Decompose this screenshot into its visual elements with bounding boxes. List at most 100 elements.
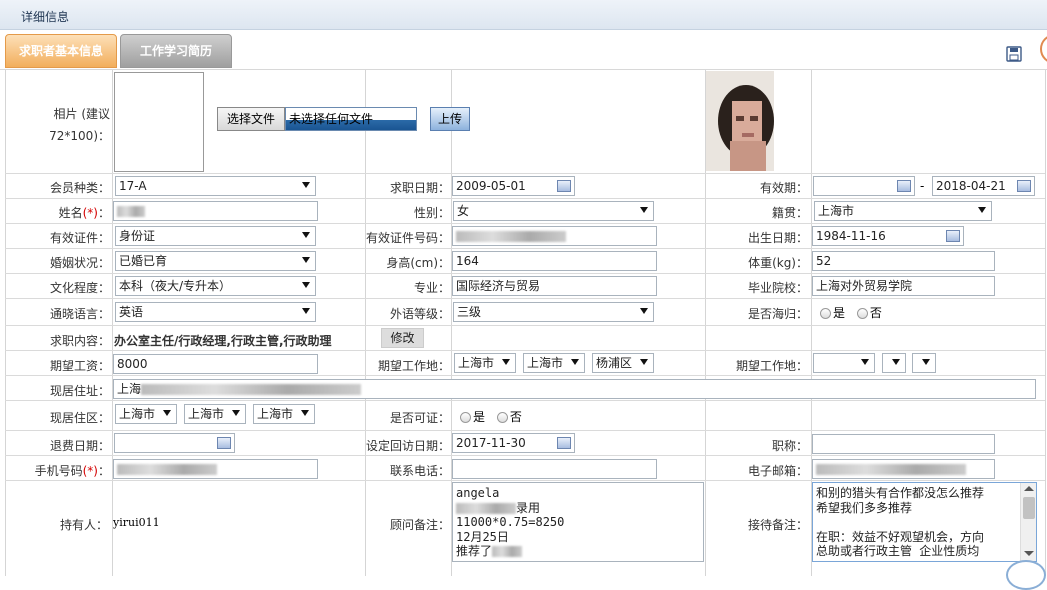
work-province-select[interactable]: 上海市 xyxy=(454,353,516,373)
marriage-select[interactable]: 已婚已育 xyxy=(115,251,316,271)
returnee-radio-group: 是 否 xyxy=(820,304,882,321)
weight-input[interactable]: 52 xyxy=(812,251,995,271)
address-input[interactable]: 上海 xyxy=(113,379,1036,399)
dropdown-arrow-icon xyxy=(302,282,310,288)
dropdown-arrow-icon xyxy=(302,182,310,188)
radio-icon[interactable] xyxy=(856,308,868,319)
calendar-icon xyxy=(557,437,571,449)
redacted-text xyxy=(456,231,566,242)
major-label: 专业： xyxy=(413,281,450,295)
available-yes: 是 xyxy=(473,410,486,424)
member-type-select[interactable]: 17-A xyxy=(115,176,316,196)
work-city-select[interactable]: 上海市 xyxy=(523,353,585,373)
height-label: 身高(cm)： xyxy=(386,256,450,270)
salary-input[interactable]: 8000 xyxy=(113,354,318,374)
work-city-2-select[interactable] xyxy=(882,353,906,373)
calendar-icon xyxy=(1017,180,1031,192)
radio-icon[interactable] xyxy=(496,412,508,423)
grid-line xyxy=(5,248,1045,249)
grid-line xyxy=(365,70,366,576)
birth-date-input[interactable]: 1984-11-16 xyxy=(812,226,964,246)
grid-line xyxy=(5,455,1045,456)
save-icon[interactable] xyxy=(1006,46,1022,62)
valid-to-input[interactable]: 2018-04-21 xyxy=(932,176,1035,196)
upload-button[interactable]: 上传 xyxy=(430,107,470,131)
valid-period-sep: - xyxy=(920,179,925,193)
calendar-icon xyxy=(946,230,960,242)
work-province-2-select[interactable] xyxy=(813,353,875,373)
scroll-up-icon[interactable] xyxy=(1024,486,1034,491)
refund-date-input[interactable] xyxy=(114,433,235,453)
returnee-no: 否 xyxy=(869,306,882,320)
dropdown-arrow-icon xyxy=(163,410,171,416)
residence-district-select[interactable]: 上海市 xyxy=(253,404,315,424)
edit-job-content-button[interactable]: 修改 xyxy=(381,328,424,348)
weight-label: 体重(kg)： xyxy=(748,256,808,270)
dropdown-arrow-icon xyxy=(640,359,648,365)
school-input[interactable]: 上海对外贸易学院 xyxy=(812,276,995,296)
reception-note-textarea[interactable]: 和别的猎头有合作都没怎么推荐 希望我们多多推荐 在职：效益不好观望机会，方向 总… xyxy=(812,482,1037,562)
radio-icon[interactable] xyxy=(460,412,471,423)
redacted-text xyxy=(816,464,966,475)
language-level-select[interactable]: 三级 xyxy=(453,302,654,322)
valid-period-label: 有效期： xyxy=(759,181,808,195)
member-type-label: 会员种类： xyxy=(49,181,110,195)
job-title-input[interactable] xyxy=(812,434,995,454)
calendar-icon xyxy=(557,180,571,192)
scroll-down-icon[interactable] xyxy=(1024,551,1034,556)
revisit-date-input[interactable]: 2017-11-30 xyxy=(452,433,575,453)
native-select[interactable]: 上海市 xyxy=(814,201,992,221)
available-no: 否 xyxy=(509,410,522,424)
job-content-value: 办公室主任/行政经理,行政主管,行政助理 xyxy=(114,334,332,348)
holder-label: 持有人： xyxy=(59,518,108,532)
grid-line xyxy=(5,298,1045,299)
file-name-display: 未选择任何文件 xyxy=(285,107,417,131)
profile-photo xyxy=(706,71,774,171)
job-date-input[interactable]: 2009-05-01 xyxy=(452,176,575,196)
grid-line xyxy=(5,350,1045,351)
education-select[interactable]: 本科（夜大/专升本） xyxy=(115,276,316,296)
redacted-text xyxy=(141,384,362,395)
major-input[interactable]: 国际经济与贸易 xyxy=(452,276,657,296)
returnee-label: 是否海归： xyxy=(747,307,808,321)
residence-city-select[interactable]: 上海市 xyxy=(184,404,246,424)
calendar-icon xyxy=(897,180,911,192)
language-select[interactable]: 英语 xyxy=(115,302,316,322)
floating-widget-icon[interactable] xyxy=(1006,560,1046,590)
holder-value: yirui011 xyxy=(113,516,160,529)
name-label: 姓名(*)： xyxy=(58,206,110,220)
grid-line xyxy=(5,325,1045,326)
revisit-date-label: 设定回访日期： xyxy=(365,439,450,453)
name-input[interactable] xyxy=(113,201,318,221)
tab-resume[interactable]: 工作学习简历 xyxy=(120,34,232,68)
consultant-note-label: 顾问备注： xyxy=(389,518,450,532)
tab-basic-info[interactable]: 求职者基本信息 xyxy=(5,34,117,68)
id-number-input[interactable] xyxy=(452,226,657,246)
phone-input[interactable] xyxy=(452,459,657,479)
consultant-note-textarea[interactable]: angela 录用 11000*0.75=8250 12月25日 推荐了 xyxy=(452,482,704,562)
work-district-select[interactable]: 杨浦区 xyxy=(592,353,654,373)
grid-line xyxy=(5,480,1045,481)
work-district-2-select[interactable] xyxy=(912,353,936,373)
height-input[interactable]: 164 xyxy=(452,251,657,271)
dropdown-arrow-icon xyxy=(861,359,869,365)
grid-line xyxy=(5,198,1045,199)
scroll-thumb[interactable] xyxy=(1023,497,1035,519)
dropdown-arrow-icon xyxy=(571,359,579,365)
id-type-select[interactable]: 身份证 xyxy=(115,226,316,246)
calendar-icon xyxy=(217,437,231,449)
birth-date-label: 出生日期： xyxy=(747,231,808,245)
valid-from-input[interactable] xyxy=(813,176,915,196)
choose-file-button[interactable]: 选择文件 xyxy=(217,107,285,131)
available-label: 是否可证： xyxy=(389,411,450,425)
residence-province-select[interactable]: 上海市 xyxy=(115,404,177,424)
radio-icon[interactable] xyxy=(820,308,831,319)
reception-note-scrollbar[interactable] xyxy=(1020,483,1036,561)
work-place-label: 期望工作地： xyxy=(377,359,450,373)
gender-select[interactable]: 女 xyxy=(453,201,654,221)
email-input[interactable] xyxy=(812,459,995,479)
grid-line xyxy=(1045,70,1046,576)
mobile-input[interactable] xyxy=(113,459,318,479)
salary-label: 期望工资： xyxy=(49,359,110,373)
redacted-text xyxy=(456,502,516,514)
